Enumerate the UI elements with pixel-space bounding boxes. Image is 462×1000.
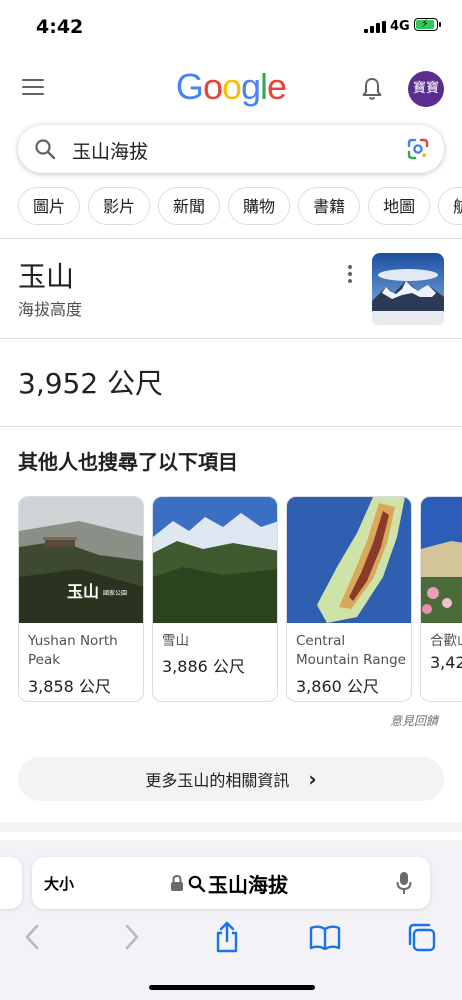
more-options-icon[interactable] — [344, 265, 356, 285]
card-name: Yushan North Peak — [28, 633, 118, 668]
logo-letter: e — [267, 66, 287, 107]
chip-books[interactable]: 書籍 — [298, 187, 361, 225]
card-name: 雪山 — [162, 633, 189, 649]
battery-icon: ⚡ — [414, 17, 438, 31]
card-image — [153, 497, 277, 623]
chip-videos[interactable]: 影片 — [88, 187, 151, 225]
search-icon — [35, 139, 56, 160]
card-image — [287, 497, 411, 623]
logo-letter: g — [241, 66, 261, 107]
share-icon[interactable] — [212, 920, 242, 954]
related-card[interactable]: 合歡山 3,42 — [420, 496, 462, 702]
filter-chips: 圖片 影片 新聞 購物 書籍 地圖航 — [18, 187, 462, 227]
card-value: 3,860 公尺 — [296, 677, 379, 696]
chip-shopping[interactable]: 購物 — [228, 187, 291, 225]
chip-maps[interactable]: 地圖 — [368, 187, 431, 225]
section-gap — [0, 822, 462, 832]
forward-icon[interactable] — [122, 920, 142, 954]
notifications-bell-icon[interactable] — [360, 76, 384, 102]
chip-flights[interactable]: 航 — [438, 187, 462, 225]
bookmarks-icon[interactable] — [308, 920, 342, 954]
battery-tip — [439, 22, 441, 27]
related-card[interactable]: 雪山 3,886 公尺 — [152, 496, 278, 702]
logo-letter: o — [221, 66, 242, 107]
card-value: 3,886 公尺 — [162, 657, 245, 676]
chip-images[interactable]: 圖片 — [18, 187, 81, 225]
safari-toolbar: 大小 玉山海拔 — [0, 840, 462, 1000]
answer-value: 3,952 公尺 — [18, 367, 164, 400]
feedback-link[interactable]: 意見回饋 — [390, 712, 438, 729]
text-size-button[interactable]: 大小 — [44, 873, 74, 894]
more-info-label: 更多玉山的相關資訊 — [145, 771, 290, 790]
google-logo[interactable]: Google — [0, 66, 462, 108]
card-value: 3,42 — [430, 653, 462, 672]
account-avatar[interactable]: 寶寶 — [408, 71, 444, 107]
signal-icon — [364, 21, 386, 33]
previous-tab-preview[interactable] — [0, 857, 22, 909]
card-image-text: 玉山 — [67, 582, 99, 601]
address-bar[interactable]: 大小 玉山海拔 — [32, 857, 430, 909]
chevron-right-icon: › — [308, 767, 317, 791]
divider — [0, 426, 462, 427]
chip-news[interactable]: 新聞 — [158, 187, 221, 225]
divider — [0, 338, 462, 339]
entity-title[interactable]: 玉山 — [18, 255, 74, 295]
entity-thumbnail[interactable] — [372, 253, 444, 325]
card-value: 3,858 公尺 — [28, 677, 111, 696]
related-card[interactable]: 玉山 國家公園 Yushan North Peak 3,858 公尺 — [18, 496, 144, 702]
network-type: 4G — [390, 19, 410, 34]
search-bar[interactable]: 玉山海拔 — [18, 125, 444, 173]
divider — [0, 238, 462, 239]
logo-letter: G — [175, 66, 204, 107]
microphone-icon[interactable] — [396, 871, 412, 895]
related-carousel: 玉山 國家公園 Yushan North Peak 3,858 公尺 雪山 3,… — [18, 496, 462, 704]
status-bar: 4:42 4G ⚡ — [0, 0, 462, 52]
tabs-icon[interactable] — [406, 920, 438, 954]
people-also-search-heading: 其他人也搜尋了以下項目 — [18, 450, 238, 474]
search-icon — [188, 875, 206, 893]
card-name: Central Mountain Range — [296, 633, 406, 668]
card-image — [421, 497, 462, 623]
logo-letter: l — [260, 66, 268, 107]
logo-letter: o — [202, 66, 223, 107]
card-image-small-text: 國家公園 — [103, 589, 127, 597]
search-query[interactable]: 玉山海拔 — [72, 137, 148, 164]
more-info-button[interactable]: 更多玉山的相關資訊 › — [18, 757, 444, 801]
entity-subtitle: 海拔高度 — [18, 300, 83, 319]
text-size-label: 大小 — [44, 875, 75, 893]
card-image: 玉山 國家公園 — [19, 497, 143, 623]
related-card[interactable]: Central Mountain Range 3,860 公尺 — [286, 496, 412, 702]
back-icon[interactable] — [22, 920, 42, 954]
status-time: 4:42 — [36, 16, 84, 38]
google-lens-icon[interactable] — [406, 137, 430, 161]
lock-icon — [171, 875, 183, 891]
address-text: 玉山海拔 — [208, 873, 288, 897]
home-indicator — [149, 985, 315, 990]
card-name: 合歡山 — [430, 633, 462, 649]
